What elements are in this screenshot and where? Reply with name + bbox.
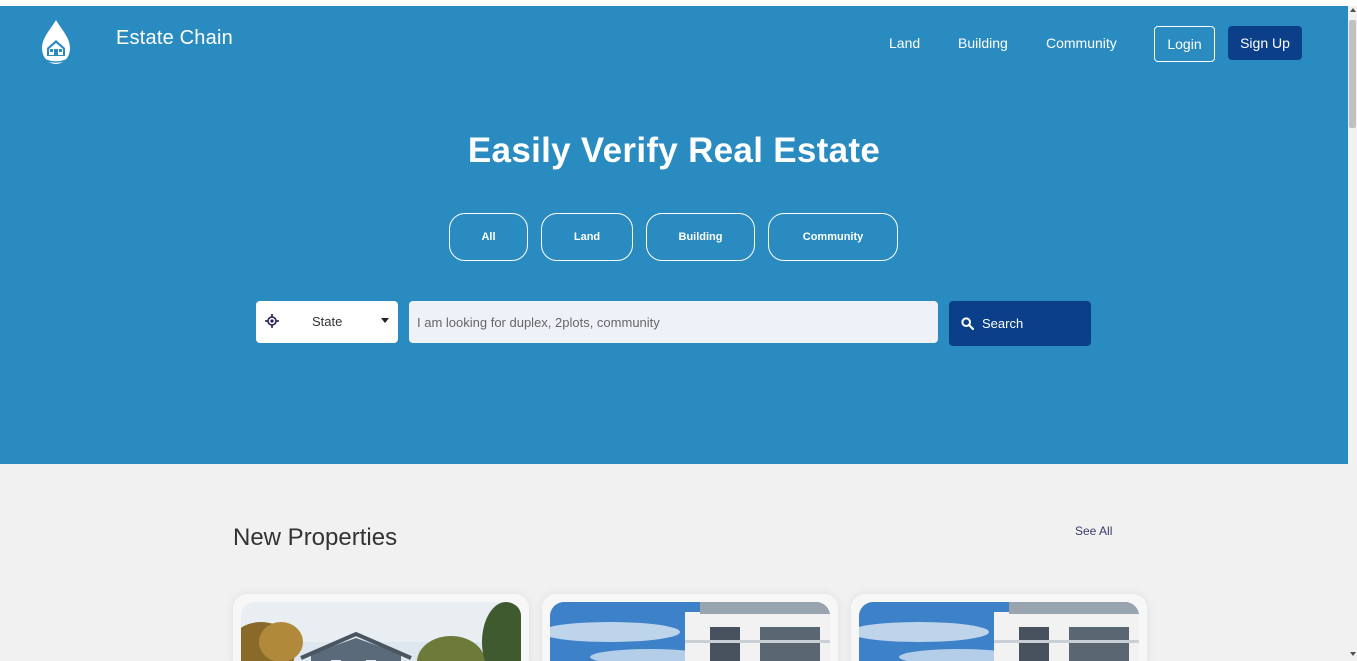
- search-icon: [961, 317, 974, 330]
- scroll-down-arrow-icon[interactable]: [1350, 652, 1356, 656]
- hero-section: Estate Chain Land Building Community Log…: [0, 6, 1348, 464]
- search-button-label: Search: [982, 316, 1024, 331]
- filter-all-button[interactable]: All: [449, 213, 528, 261]
- search-input[interactable]: [409, 301, 938, 343]
- nav-link-land[interactable]: Land: [889, 35, 920, 51]
- state-select-label: State: [312, 314, 343, 329]
- filter-building-button[interactable]: Building: [646, 213, 755, 261]
- caret-down-icon: [381, 318, 389, 323]
- scroll-up-arrow-icon[interactable]: [1350, 8, 1356, 12]
- filter-community-button[interactable]: Community: [768, 213, 898, 261]
- logo-icon[interactable]: [38, 18, 74, 66]
- see-all-link[interactable]: See All: [1075, 524, 1112, 538]
- state-select[interactable]: State: [256, 301, 398, 343]
- hero-headline: Easily Verify Real Estate: [467, 131, 881, 170]
- property-image: [550, 602, 830, 661]
- nav-link-community[interactable]: Community: [1046, 35, 1117, 51]
- section-title: New Properties: [233, 524, 398, 551]
- signup-button[interactable]: Sign Up: [1228, 26, 1302, 60]
- filter-land-button[interactable]: Land: [541, 213, 633, 261]
- property-card[interactable]: [851, 594, 1147, 661]
- login-button[interactable]: Login: [1154, 26, 1215, 62]
- property-card[interactable]: [233, 594, 529, 661]
- property-card[interactable]: [542, 594, 838, 661]
- search-button[interactable]: Search: [949, 301, 1091, 346]
- property-image: [859, 602, 1139, 661]
- brand-name[interactable]: Estate Chain: [116, 27, 233, 50]
- location-target-icon: [265, 314, 279, 328]
- nav-link-building[interactable]: Building: [958, 35, 1008, 51]
- properties-section: New Properties See All: [0, 464, 1348, 661]
- scrollbar-thumb[interactable]: [1349, 20, 1356, 128]
- property-image: [241, 602, 521, 661]
